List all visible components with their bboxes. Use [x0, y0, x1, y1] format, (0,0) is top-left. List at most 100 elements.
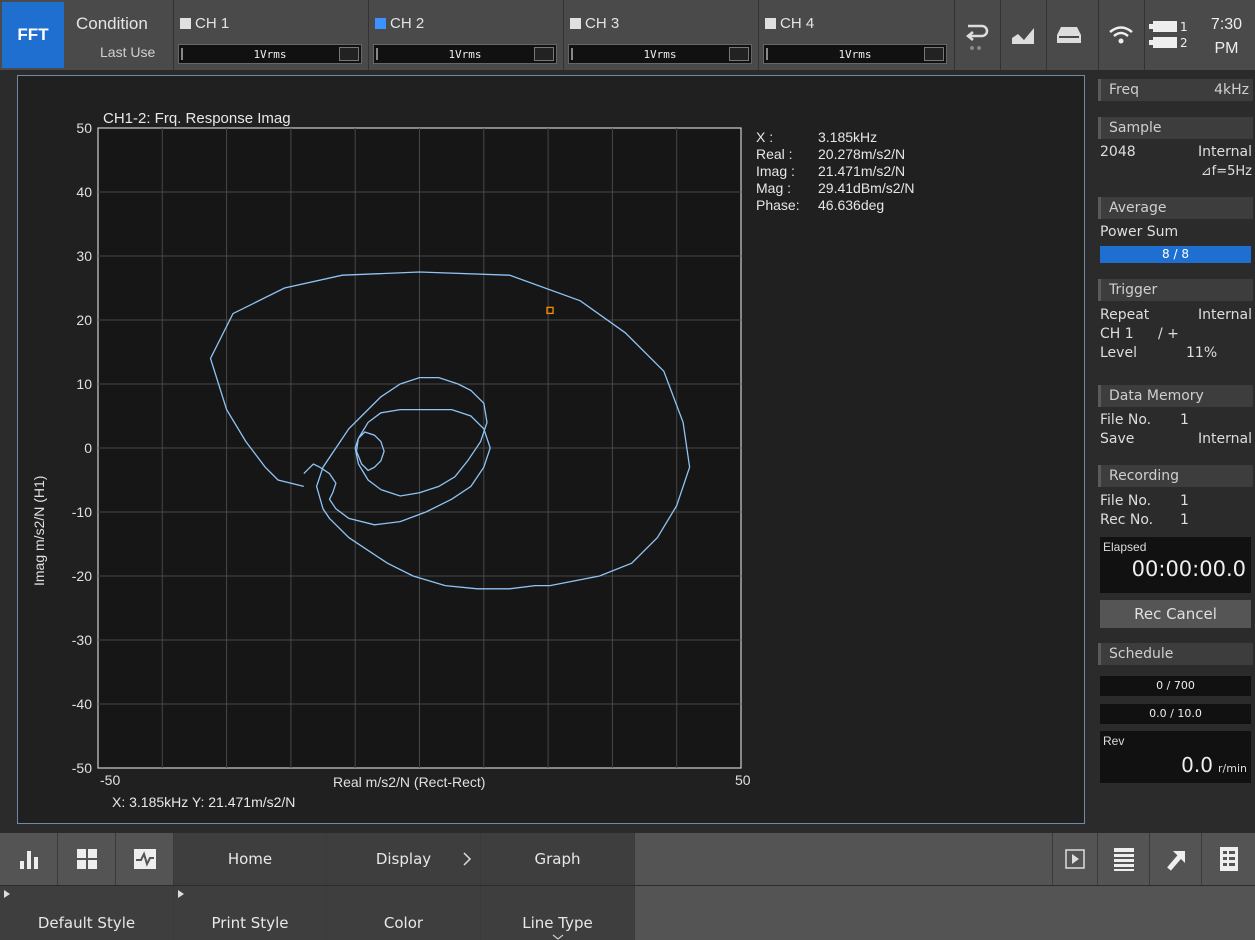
rev-label: Rev: [1103, 734, 1125, 748]
y-tick-label: 0: [84, 440, 92, 456]
list-icon[interactable]: [1098, 833, 1150, 885]
color-button[interactable]: Color: [327, 886, 481, 940]
battery-1-label: 1: [1180, 20, 1188, 34]
clock: 7:30 PM: [1198, 0, 1255, 70]
file-no-row: File No. 1: [1100, 412, 1252, 428]
channel-name: CH 3: [585, 15, 620, 32]
channel-panel-ch2[interactable]: CH 2 1Vrms: [368, 0, 558, 70]
average-mode: Power Sum: [1100, 224, 1179, 240]
rev-box: Rev 0.0 r/min: [1100, 731, 1251, 783]
file-no-label: File No.: [1100, 412, 1152, 428]
layout-grid-icon[interactable]: [58, 833, 116, 885]
rec-cancel-button[interactable]: Rec Cancel: [1100, 600, 1251, 628]
average-mode-row: Power Sum: [1100, 224, 1252, 240]
data-memory-label: Data Memory: [1109, 388, 1204, 404]
channel-name: CH 2: [390, 15, 425, 32]
readout-x-value: 3.185kHz: [818, 129, 877, 145]
trigger-level-row: Level 11%: [1100, 345, 1252, 361]
battery-icon: 1 2: [1144, 0, 1198, 70]
nyquist-plot[interactable]: 50 40 30 20 10 0 -10 -20 -30 -40 -50 -50 50 CH1-2: …: [18, 76, 1086, 825]
y-tick-label: 20: [76, 312, 92, 328]
trigger-mode: Repeat: [1100, 307, 1150, 323]
rec-no-label: Rec No.: [1100, 512, 1154, 528]
level-meter: [924, 47, 944, 61]
y-tick-label: 40: [76, 184, 92, 200]
readout-real-label: Real :: [756, 146, 793, 162]
wifi-icon: [1098, 0, 1142, 70]
color-label: Color: [383, 914, 424, 932]
clock-time: 7:30: [1210, 16, 1243, 33]
y-tick-label: -40: [72, 696, 92, 712]
top-status-bar: FFT Condition Last Use CH 1 1Vrms CH 2 1…: [0, 0, 1255, 70]
channel-color-swatch: [570, 18, 581, 29]
mode-button[interactable]: FFT: [2, 2, 64, 68]
readout-mag-value: 29.41dBm/s2/N: [818, 180, 915, 196]
graph-button-label: Graph: [534, 850, 581, 868]
data-memory-section-header[interactable]: Data Memory: [1098, 385, 1253, 407]
channel-panel-ch4[interactable]: CH 4 1Vrms: [758, 0, 948, 70]
bottom-nav-bar: Home Display Graph: [0, 833, 1255, 885]
bar-chart-icon[interactable]: [0, 833, 58, 885]
settings-list-icon[interactable]: [1202, 833, 1255, 885]
readout-imag-value: 21.471m/s2/N: [818, 163, 905, 179]
return-icon[interactable]: [954, 0, 998, 70]
schedule-section-header[interactable]: Schedule: [1098, 643, 1253, 665]
home-button[interactable]: Home: [174, 833, 327, 885]
trigger-level: 11%: [1186, 345, 1218, 361]
channel-name: CH 4: [780, 15, 815, 32]
line-type-button[interactable]: Line Type: [481, 886, 635, 940]
default-style-button[interactable]: Default Style: [0, 886, 174, 940]
graph-area[interactable]: 50 40 30 20 10 0 -10 -20 -30 -40 -50 -50 50 CH1-2: …: [17, 75, 1085, 824]
average-section-header[interactable]: Average: [1098, 197, 1253, 219]
readout-phase-label: Phase:: [756, 197, 800, 213]
home-button-label: Home: [227, 850, 273, 868]
sample-section-header[interactable]: Sample: [1098, 117, 1253, 139]
y-tick-label: 50: [76, 120, 92, 136]
graph-button[interactable]: Graph: [481, 833, 635, 885]
trigger-label: Trigger: [1109, 282, 1158, 298]
level-meter: [729, 47, 749, 61]
schedule-time: 0.0 / 10.0: [1100, 704, 1251, 724]
print-style-label: Print Style: [211, 914, 289, 932]
trigger-section-header[interactable]: Trigger: [1098, 279, 1253, 301]
elapsed-label: Elapsed: [1103, 540, 1147, 554]
channel-range: 1Vrms: [373, 44, 557, 64]
y-tick-label: -10: [72, 504, 92, 520]
channel-panel-ch3[interactable]: CH 3 1Vrms: [563, 0, 753, 70]
y-tick-label: -30: [72, 632, 92, 648]
sample-row: 2048 Internal: [1100, 144, 1252, 160]
submenu-indicator-icon: [178, 890, 184, 898]
last-use-label: Last Use: [100, 44, 156, 60]
average-label: Average: [1109, 200, 1167, 216]
x-tick-label: -50: [100, 772, 120, 788]
sample-source: Internal: [1198, 144, 1252, 160]
recording-section-header[interactable]: Recording: [1098, 465, 1253, 487]
trigger-mode-row: Repeat Internal: [1100, 307, 1252, 323]
channel-color-swatch: [375, 18, 386, 29]
submenu-indicator-icon: [4, 890, 10, 898]
arrow-up-right-icon[interactable]: [1150, 833, 1202, 885]
channel-panel-ch1[interactable]: CH 1 1Vrms: [173, 0, 363, 70]
rec-file-value: 1: [1180, 493, 1189, 509]
readout-x-label: X :: [756, 129, 773, 145]
play-icon[interactable]: [1052, 833, 1098, 885]
channel-range-value: 1Vrms: [643, 47, 677, 61]
trigger-ch-row: CH 1 / +: [1100, 326, 1252, 342]
default-style-label: Default Style: [37, 914, 136, 932]
print-style-button[interactable]: Print Style: [174, 886, 327, 940]
channel-range: 1Vrms: [178, 44, 362, 64]
condition-label: Condition: [76, 14, 148, 33]
x-axis-label: Real m/s2/N (Rect-Rect): [333, 774, 485, 790]
freq-section[interactable]: Freq 4kHz: [1098, 79, 1253, 101]
channel-color-swatch: [765, 18, 776, 29]
chart-marker-icon[interactable]: [1000, 0, 1044, 70]
storage-icon[interactable]: [1046, 0, 1090, 70]
rec-no-value: 1: [1180, 512, 1189, 528]
display-button[interactable]: Display: [327, 833, 481, 885]
readout-real-value: 20.278m/s2/N: [818, 146, 905, 162]
rev-value: 0.0: [1181, 753, 1213, 777]
channel-color-swatch: [180, 18, 191, 29]
waveform-icon[interactable]: [116, 833, 174, 885]
display-button-label: Display: [375, 850, 432, 868]
condition-panel[interactable]: Condition Last Use: [70, 0, 170, 70]
